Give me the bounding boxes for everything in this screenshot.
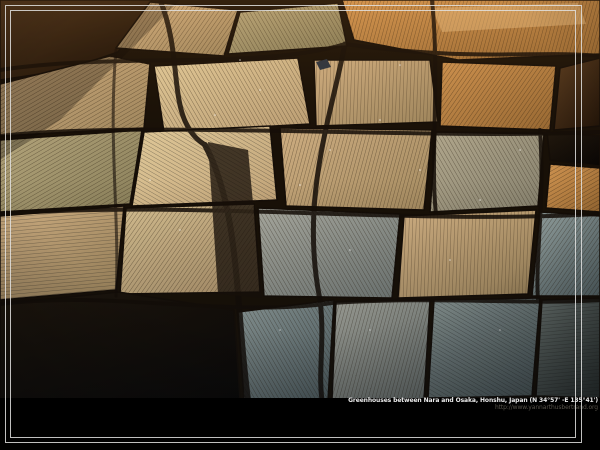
wallpaper-canvas: Greenhouses between Nara and Osaka, Hons… (0, 0, 600, 450)
vignette-overlay (0, 0, 600, 400)
caption-bar: Greenhouses between Nara and Osaka, Hons… (0, 400, 600, 450)
photo-caption-title: Greenhouses between Nara and Osaka, Hons… (348, 397, 598, 404)
caption-block: Greenhouses between Nara and Osaka, Hons… (348, 397, 598, 411)
aerial-photo-greenhouses (0, 0, 600, 450)
photo-credit-url: http://www.yannarthusbertrand.org (348, 404, 598, 411)
